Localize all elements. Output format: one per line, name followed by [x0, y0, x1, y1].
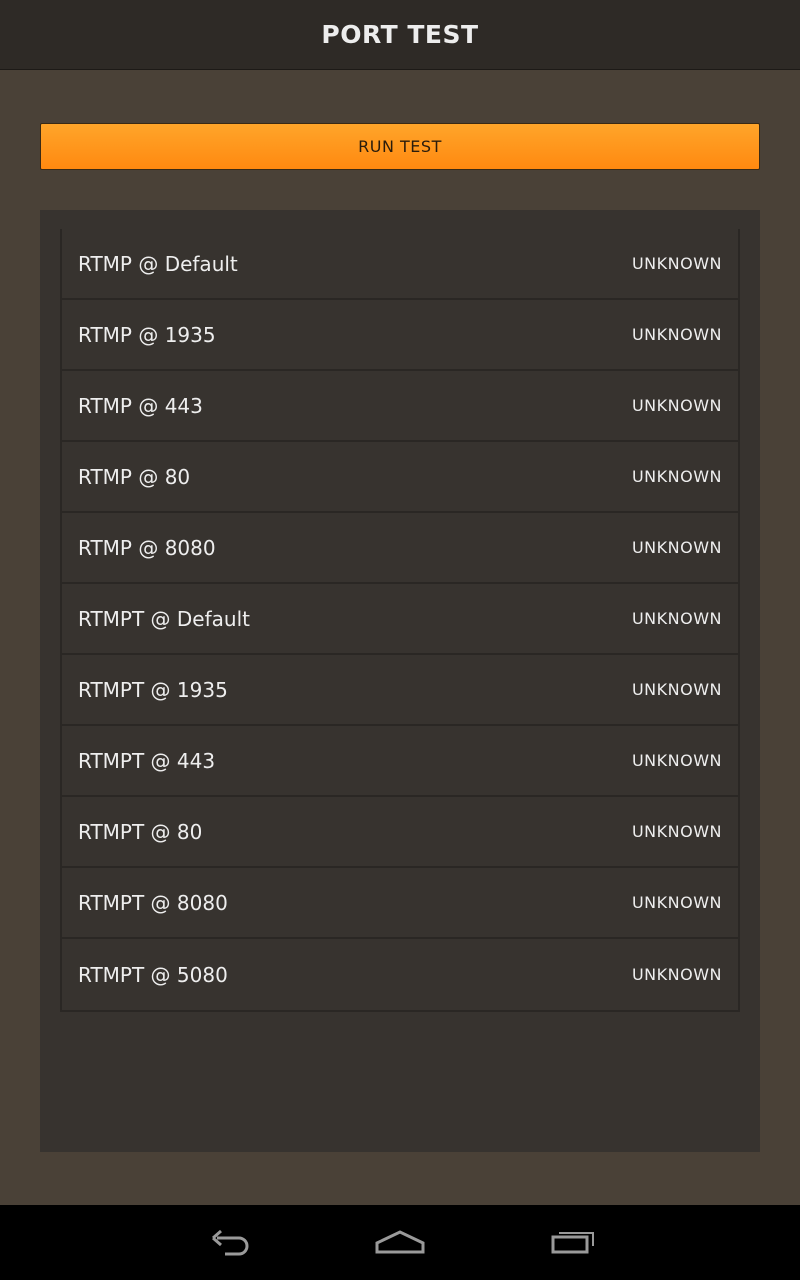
port-label: RTMP @ 8080 — [78, 535, 216, 560]
system-navigation-bar — [0, 1205, 800, 1280]
status-badge: UNKNOWN — [631, 325, 722, 344]
status-badge: UNKNOWN — [631, 965, 722, 984]
list-item: RTMPT @ 443 UNKNOWN — [62, 726, 738, 797]
results-panel: RTMP @ Default UNKNOWN RTMP @ 1935 UNKNO… — [40, 210, 760, 1152]
run-test-label: RUN TEST — [358, 137, 442, 156]
recent-apps-button[interactable] — [542, 1223, 602, 1263]
status-badge: UNKNOWN — [631, 893, 722, 912]
port-label: RTMP @ 443 — [78, 393, 203, 418]
port-label: RTMPT @ 80 — [78, 819, 203, 844]
back-icon — [205, 1226, 255, 1260]
title-bar: PORT TEST — [0, 0, 800, 70]
page-title: PORT TEST — [321, 20, 479, 49]
port-label: RTMPT @ 8080 — [78, 890, 228, 915]
list-item: RTMPT @ 80 UNKNOWN — [62, 797, 738, 868]
status-badge: UNKNOWN — [631, 751, 722, 770]
status-badge: UNKNOWN — [631, 609, 722, 628]
recent-apps-icon — [547, 1226, 597, 1260]
run-test-button[interactable]: RUN TEST — [40, 123, 760, 170]
list-item: RTMP @ 1935 UNKNOWN — [62, 300, 738, 371]
list-item: RTMP @ 80 UNKNOWN — [62, 442, 738, 513]
status-badge: UNKNOWN — [631, 396, 722, 415]
status-badge: UNKNOWN — [631, 680, 722, 699]
list-item: RTMP @ Default UNKNOWN — [62, 229, 738, 300]
port-list: RTMP @ Default UNKNOWN RTMP @ 1935 UNKNO… — [60, 229, 740, 1012]
list-item: RTMPT @ 1935 UNKNOWN — [62, 655, 738, 726]
app-window: PORT TEST RUN TEST RTMP @ Default UNKNOW… — [0, 0, 800, 1280]
status-badge: UNKNOWN — [631, 822, 722, 841]
list-item: RTMPT @ 8080 UNKNOWN — [62, 868, 738, 939]
port-label: RTMP @ 1935 — [78, 322, 216, 347]
home-button[interactable] — [370, 1223, 430, 1263]
list-item: RTMPT @ Default UNKNOWN — [62, 584, 738, 655]
port-label: RTMP @ Default — [78, 251, 238, 276]
port-label: RTMPT @ 1935 — [78, 677, 228, 702]
port-label: RTMPT @ Default — [78, 606, 250, 631]
list-item: RTMP @ 8080 UNKNOWN — [62, 513, 738, 584]
status-badge: UNKNOWN — [631, 254, 722, 273]
port-label: RTMPT @ 443 — [78, 748, 216, 773]
back-button[interactable] — [200, 1223, 260, 1263]
port-label: RTMP @ 80 — [78, 464, 191, 489]
list-item: RTMP @ 443 UNKNOWN — [62, 371, 738, 442]
status-badge: UNKNOWN — [631, 467, 722, 486]
status-badge: UNKNOWN — [631, 538, 722, 557]
port-label: RTMPT @ 5080 — [78, 962, 228, 987]
home-icon — [373, 1226, 427, 1260]
list-item: RTMPT @ 5080 UNKNOWN — [62, 939, 738, 1010]
